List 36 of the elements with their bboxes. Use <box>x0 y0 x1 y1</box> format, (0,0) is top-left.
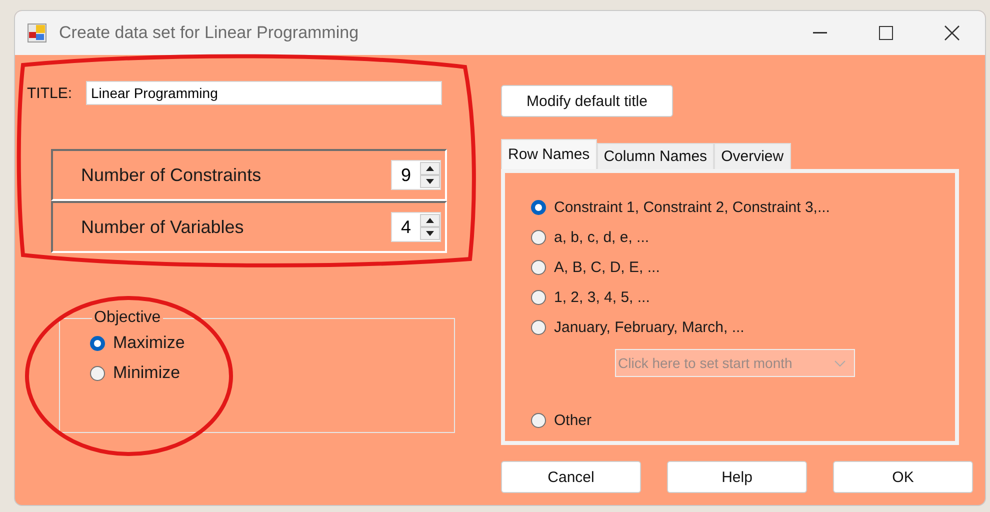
app-icon <box>27 23 47 43</box>
radio-option[interactable]: a, b, c, d, e, ... <box>531 229 955 246</box>
tab[interactable]: Row Names <box>501 139 597 169</box>
count-label: Number of Constraints <box>81 164 262 186</box>
minimize-icon <box>813 32 827 34</box>
radio-option[interactable]: A, B, C, D, E, ... <box>531 259 955 276</box>
radio-button[interactable] <box>90 366 105 380</box>
title-field[interactable]: Linear Programming <box>86 81 442 105</box>
radio-button[interactable] <box>531 200 546 215</box>
modify-title-button[interactable]: Modify default title <box>501 85 673 117</box>
close-icon <box>944 25 960 41</box>
radio-option[interactable]: Maximize <box>90 333 424 353</box>
count-label: Number of Variables <box>81 216 245 238</box>
radio-button[interactable] <box>531 413 546 428</box>
radio-option[interactable]: January, February, March, ... <box>531 319 955 336</box>
maximize-icon <box>879 26 893 40</box>
radio-option[interactable]: 1, 2, 3, 4, 5, ... <box>531 289 955 306</box>
radio-button[interactable] <box>531 290 546 305</box>
number-spinner[interactable]: 4 <box>391 212 441 242</box>
dialog-button[interactable]: OK <box>833 461 973 493</box>
radio-button[interactable] <box>531 260 546 275</box>
number-spinner[interactable]: 9 <box>391 160 441 190</box>
title-label: TITLE: <box>27 84 72 102</box>
group-label: Objective <box>93 309 162 327</box>
radio-option[interactable]: Other <box>531 412 955 429</box>
window-title: Create data set for Linear Programming <box>59 23 359 43</box>
tab[interactable]: Overview <box>714 143 791 169</box>
radio-option[interactable]: Minimize <box>90 363 424 383</box>
dialog-button[interactable]: Cancel <box>501 461 641 493</box>
radio-button[interactable] <box>531 320 546 335</box>
chevron-down-icon <box>834 360 846 366</box>
radio-button[interactable] <box>90 336 105 350</box>
radio-button[interactable] <box>531 230 546 245</box>
radio-option[interactable]: Constraint 1, Constraint 2, Constraint 3,... <box>531 199 955 216</box>
tab[interactable]: Column Names <box>596 143 714 169</box>
dialog-button[interactable]: Help <box>667 461 807 493</box>
